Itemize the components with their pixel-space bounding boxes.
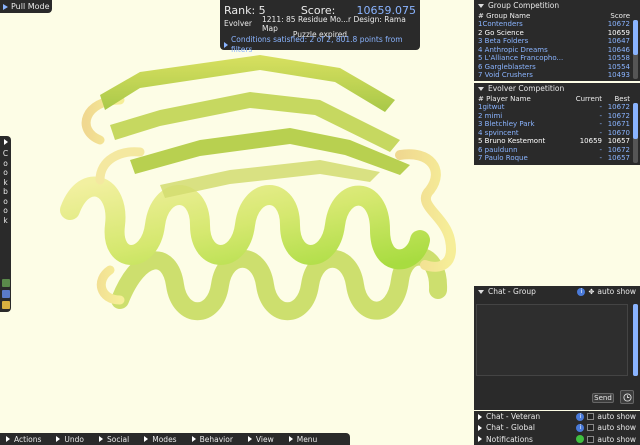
recipe-folder-icon[interactable] — [1, 290, 10, 298]
evolver-competition-header[interactable]: Evolver Competition — [474, 83, 640, 94]
expand-arrow-icon — [224, 42, 228, 48]
info-icon[interactable]: i — [577, 287, 586, 296]
group-scrollbar-thumb[interactable] — [633, 20, 638, 56]
pin-icon[interactable]: ✥ — [588, 288, 594, 296]
bottom-menu-bar: Actions Undo Social Modes Behavior View … — [0, 433, 350, 445]
recipe-script-icon[interactable] — [1, 279, 10, 287]
menu-social[interactable]: Social — [99, 435, 129, 444]
table-row[interactable]: 4 spvincent -10670 — [478, 129, 640, 138]
menu-arrow-icon — [99, 436, 103, 442]
collapse-arrow-icon — [478, 3, 484, 8]
menu-arrow-icon — [56, 436, 61, 442]
info-icon[interactable]: i — [576, 412, 585, 421]
table-row[interactable]: 2 Go Science 10659 — [478, 29, 640, 38]
evolver-competition-title: Evolver Competition — [488, 84, 565, 93]
table-row[interactable]: 6 pauldunn -10672 — [478, 146, 640, 155]
col-current: Current — [575, 94, 602, 103]
table-row[interactable]: 3 Beta Folders 10647 — [478, 37, 640, 46]
cookbook-panel[interactable]: C o o k b o o k — [0, 136, 11, 312]
auto-show-label: auto show — [597, 423, 636, 432]
menu-arrow-icon — [288, 436, 293, 442]
menu-view[interactable]: View — [247, 435, 274, 444]
menu-arrow-icon — [144, 436, 149, 442]
group-competition-panel: Group Competition # Group Name Score 1Co… — [474, 0, 640, 81]
chat-veteran-title: Chat - Veteran — [486, 412, 541, 421]
group-competition-header[interactable]: Group Competition — [474, 0, 640, 11]
expand-arrow-icon — [478, 413, 482, 420]
chat-veteran-tab[interactable]: Chat - Veteran i auto show — [474, 411, 640, 422]
menu-actions[interactable]: Actions — [6, 435, 41, 444]
expand-arrow-icon — [478, 424, 482, 431]
send-button[interactable]: Send — [592, 393, 614, 403]
chat-history-button[interactable] — [620, 390, 634, 404]
expand-arrow-icon — [478, 436, 482, 442]
clock-icon — [622, 392, 632, 402]
col-group-name: # Group Name — [478, 11, 531, 20]
table-row[interactable]: 3 Bletchley Park -10671 — [478, 120, 640, 129]
table-row[interactable]: 5 L'Alliance Francopho... 10558 — [478, 54, 640, 63]
chat-group-header[interactable]: Chat - Group i ✥ auto show — [474, 286, 640, 297]
status-icon — [576, 435, 585, 443]
col-player-name: # Player Name — [478, 94, 531, 103]
menu-undo[interactable]: Undo — [56, 435, 84, 444]
col-best: Best — [614, 94, 630, 103]
evolver-competition-panel: Evolver Competition # Player Name Curren… — [474, 83, 640, 165]
auto-show-label: auto show — [597, 434, 636, 444]
pull-mode-arrow-icon — [3, 3, 8, 10]
chat-global-tab[interactable]: Chat - Global i auto show — [474, 422, 640, 433]
col-score: Score — [610, 11, 630, 20]
chat-global-title: Chat - Global — [486, 423, 535, 432]
helix-front — [60, 176, 430, 270]
recipe-notes-icon[interactable] — [1, 301, 10, 309]
group-scrollbar[interactable] — [633, 20, 638, 79]
chat-scrollbar[interactable] — [633, 304, 638, 376]
evolver-scrollbar-thumb[interactable] — [633, 103, 638, 139]
group-competition-title: Group Competition — [488, 1, 560, 10]
collapse-arrow-icon — [478, 86, 484, 91]
auto-show-toggle[interactable] — [587, 413, 595, 420]
auto-show-toggle[interactable] — [587, 424, 595, 431]
chat-group-panel: Chat - Group i ✥ auto show Send — [474, 286, 640, 410]
mode-label: Evolver — [224, 19, 252, 28]
score-panel: Rank: 5 Score: 10659.075 Evolver 1211: 8… — [220, 0, 420, 54]
evolver-scrollbar[interactable] — [633, 103, 638, 163]
conditions-text: Conditions satisfied: 2 of 2, 801.8 poin… — [231, 35, 403, 54]
collapse-arrow-icon — [478, 289, 484, 294]
conditions-toggle[interactable]: Conditions satisfied: 2 of 2, 801.8 poin… — [224, 35, 416, 54]
pull-mode-button[interactable]: Pull Mode — [0, 0, 52, 13]
info-icon[interactable]: i — [576, 423, 585, 432]
chat-group-title: Chat - Group — [488, 287, 536, 296]
cookbook-arrow-icon — [3, 139, 8, 145]
menu-arrow-icon — [191, 436, 196, 442]
chat-messages-area[interactable] — [476, 304, 628, 376]
cookbook-label: C o o k b o o k — [2, 149, 9, 225]
table-row[interactable]: 7 Paulo Roque -10657 — [478, 154, 640, 163]
table-row[interactable]: 2 mimi -10672 — [478, 112, 640, 121]
notifications-title: Notifications — [486, 434, 533, 444]
menu-behavior[interactable]: Behavior — [191, 435, 233, 444]
chat-scrollbar-thumb[interactable] — [633, 304, 638, 376]
menu-modes[interactable]: Modes — [144, 435, 177, 444]
table-row[interactable]: 1Contenders 10672 — [478, 20, 640, 29]
menu-arrow-icon — [247, 436, 252, 442]
table-row[interactable]: 7 Void Crushers 10493 — [478, 71, 640, 80]
table-row[interactable]: 1gitwut -10672 — [478, 103, 640, 112]
table-row[interactable]: 4 Anthropic Dreams 10646 — [478, 46, 640, 55]
menu-menu[interactable]: Menu — [288, 435, 317, 444]
menu-arrow-icon — [6, 436, 10, 442]
auto-show-label: auto show — [597, 287, 636, 296]
auto-show-label: auto show — [597, 412, 636, 421]
auto-show-toggle[interactable] — [587, 435, 595, 443]
table-row[interactable]: 6 Gargleblasters 10554 — [478, 63, 640, 72]
pull-mode-label: Pull Mode — [11, 2, 50, 11]
table-row[interactable]: 5 Bruno Kestemont 10659 10657 — [478, 137, 640, 146]
notifications-tab[interactable]: Notifications auto show — [474, 433, 640, 445]
